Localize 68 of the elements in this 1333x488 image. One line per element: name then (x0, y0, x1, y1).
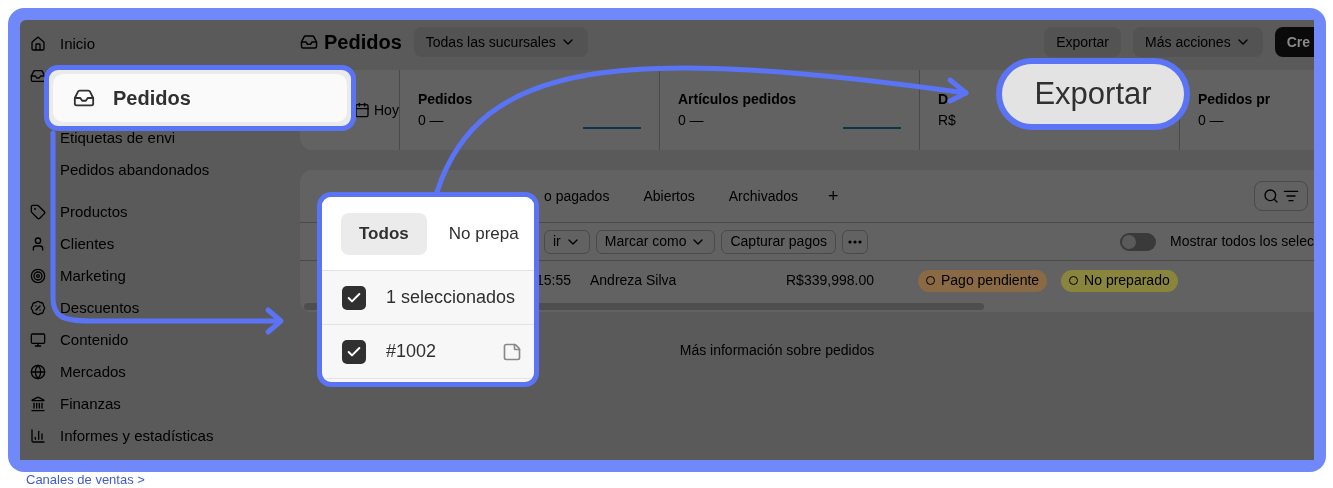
sidebar-item[interactable]: Pedidos (53, 74, 347, 122)
bulk-action-button[interactable]: ir (544, 229, 590, 254)
filter-tab[interactable]: o pagados (540, 181, 614, 211)
metric-value: 0 — (677, 111, 704, 130)
filter-tab[interactable]: No prepa (448, 212, 519, 255)
sparkline (842, 127, 901, 129)
monitor-icon (30, 332, 46, 348)
sidebar-item[interactable]: Productos (28, 196, 300, 228)
target-icon (30, 268, 46, 284)
metric-value: R$ (937, 111, 956, 130)
metric-value: 0 — (417, 111, 444, 130)
inbox-icon (30, 68, 46, 84)
sidebar-subitem[interactable]: Pedidos abandonados (60, 160, 210, 180)
date-range[interactable]: Hoy (374, 99, 399, 121)
bulk-action-button[interactable]: Capturar pagos (721, 229, 836, 254)
create-button[interactable]: Cre (1274, 27, 1314, 57)
row-checkbox[interactable] (342, 339, 366, 364)
search-filter-button[interactable] (1254, 181, 1308, 211)
sidebar-item[interactable]: Finanzas (28, 388, 300, 420)
bank-icon (30, 396, 46, 412)
metric-label: Pedidos pr (1197, 90, 1271, 109)
add-tab-button[interactable]: + (828, 182, 839, 210)
customer-name: Andreza Silva (590, 271, 678, 290)
home-icon (30, 36, 46, 52)
sidebar-item[interactable]: Contenido (28, 324, 300, 356)
inbox-icon (73, 87, 95, 109)
header-button[interactable]: Más acciones (1133, 27, 1263, 57)
badge-icon (30, 300, 46, 316)
sidebar-item[interactable]: Mercados (28, 356, 300, 388)
sidebar-subitem[interactable]: Etiquetas de envi (60, 128, 176, 148)
status-badge: No preparado (1061, 269, 1178, 292)
more-icon (848, 239, 862, 244)
user-icon (30, 236, 46, 252)
metric-label: D (937, 90, 949, 109)
chart-icon (30, 428, 46, 444)
globe-icon (30, 364, 46, 380)
filter-tab[interactable]: Todos (341, 212, 427, 255)
toggle-switch[interactable] (1120, 232, 1157, 251)
bulk-action-button[interactable]: Marcar como (595, 229, 716, 254)
sales-channels-link[interactable]: Canales de ventas > (26, 472, 145, 487)
metric-value: 0 — (1197, 111, 1224, 130)
metric-label: Artículos pedidos (677, 90, 797, 109)
filter-icon (1283, 188, 1299, 204)
tag-icon (30, 204, 46, 220)
toggle-label: Mostrar todos los selec (1170, 232, 1314, 251)
filter-tab[interactable]: Archivados (724, 181, 803, 211)
sidebar-item[interactable]: Marketing (28, 260, 300, 292)
sidebar-item[interactable]: Informes y estadísticas (28, 420, 300, 452)
calendar-icon (354, 102, 370, 118)
status-badge: Pago pendiente (918, 269, 1048, 292)
sparkline (582, 127, 641, 129)
page-title: Pedidos (300, 27, 402, 57)
location-dropdown[interactable]: Todas las sucursales (413, 27, 588, 57)
metric-label: Pedidos (417, 90, 473, 109)
sidebar-item[interactable]: Clientes (28, 228, 300, 260)
header-button[interactable]: Exportar (1044, 27, 1122, 57)
sidebar-item[interactable]: Descuentos (28, 292, 300, 324)
row-checkbox[interactable] (342, 285, 366, 310)
export-button[interactable]: Exportar (996, 58, 1190, 130)
learn-more-link[interactable]: Más información sobre pedidos (679, 340, 875, 361)
sidebar-item[interactable]: Inicio (28, 28, 300, 60)
filter-tab[interactable]: Abiertos (639, 181, 699, 211)
row-label: 1 seleccionados (386, 286, 516, 309)
order-time: 15:55 (536, 271, 573, 290)
row-label: #1002 (386, 340, 437, 363)
search-icon (1263, 188, 1279, 204)
order-total: R$339,998.00 (786, 271, 875, 290)
inbox-icon (300, 33, 318, 51)
